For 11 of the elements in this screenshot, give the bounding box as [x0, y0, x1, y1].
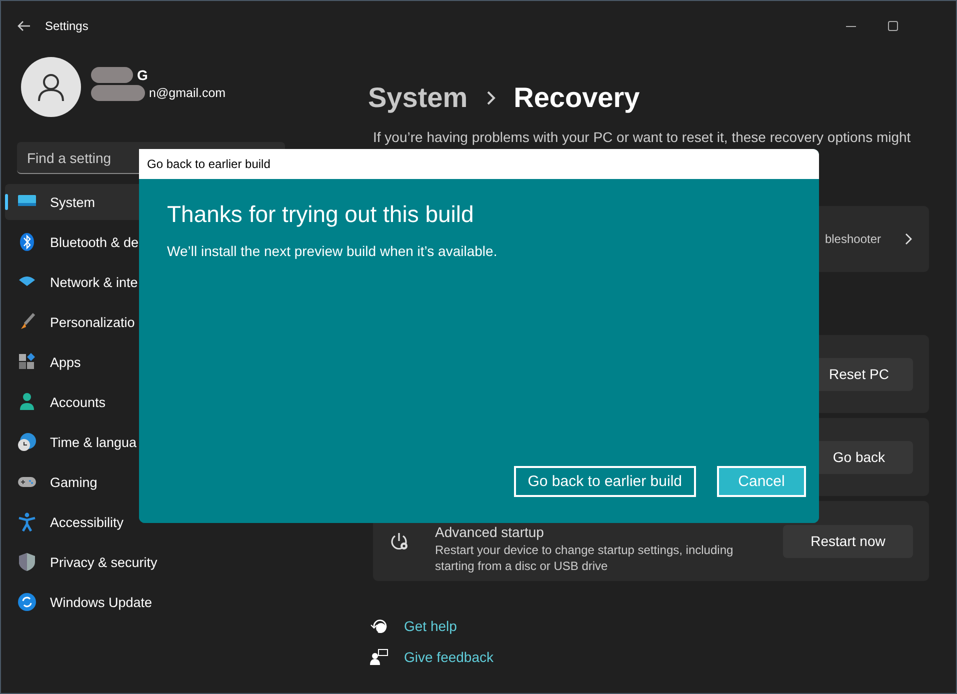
card-title: Advanced startup — [435, 524, 545, 540]
dialog-title: Go back to earlier build — [139, 149, 819, 179]
dialog-message: We’ll install the next preview build when it’s available. — [167, 243, 498, 259]
window-title: Settings — [45, 18, 88, 32]
card-subtitle: bleshooter — [824, 232, 881, 246]
user-name: G — [137, 67, 148, 83]
dialog-heading: Thanks for trying out this build — [167, 201, 475, 228]
page-title: Recovery — [514, 82, 640, 114]
description: If you’re having problems with your PC or want to reset it, these recovery options might — [373, 129, 912, 145]
card-subtitle: Restart your device to change startup settings, including starting from a disc or USB drive — [435, 542, 734, 574]
user-email: n@gmail.com — [149, 86, 226, 100]
